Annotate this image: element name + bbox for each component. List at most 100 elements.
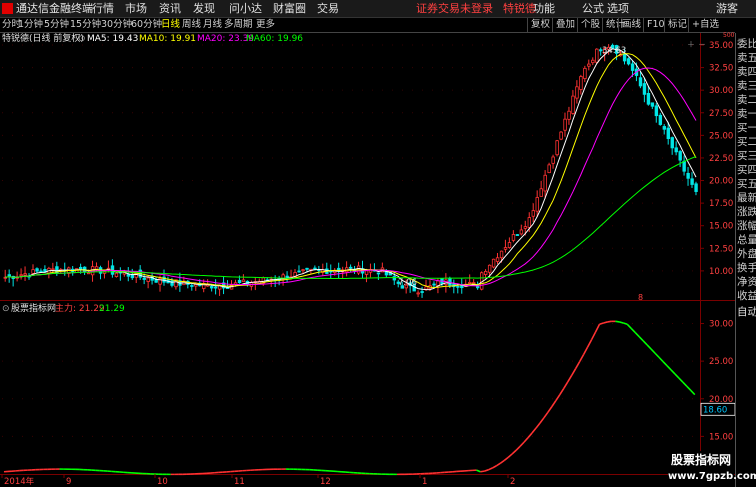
rp-change[interactable]: 涨跌 — [737, 205, 756, 219]
candle-body — [19, 274, 23, 277]
indicator-segment — [619, 321, 624, 324]
candle-body — [210, 286, 214, 289]
indicator-segment — [650, 348, 656, 354]
rp-sell2[interactable]: 卖二 — [737, 93, 756, 107]
candle-body — [170, 280, 174, 286]
rp-turnover[interactable]: 换手 — [737, 261, 756, 275]
candle-body — [591, 59, 595, 64]
candle-body — [483, 271, 488, 275]
indicator-segment — [638, 336, 644, 342]
candle-body — [424, 286, 428, 290]
indicator-segment — [547, 406, 553, 413]
rp-sell3[interactable]: 卖三 — [737, 79, 756, 93]
candle-body — [301, 269, 305, 272]
indicator-segment — [607, 320, 612, 323]
ma5-line — [5, 48, 697, 291]
rp-buy3[interactable]: 买三 — [737, 149, 756, 163]
candle-body — [575, 86, 579, 99]
candle-body — [666, 127, 670, 139]
rp-latest[interactable]: 最新 — [737, 191, 756, 205]
indicator-segment — [527, 432, 533, 439]
candle-body — [523, 226, 528, 229]
rp-weibi[interactable]: 委比 — [737, 37, 756, 51]
price-tick-label: 30.00 — [709, 86, 733, 96]
price-tick-label: 35.00 — [709, 41, 733, 51]
rp-sell4[interactable]: 卖四 — [737, 65, 756, 79]
ind-tick-label: 30.00 — [709, 320, 733, 330]
indicator-segment — [626, 323, 632, 329]
indicator-segment — [630, 327, 636, 334]
rp-volume[interactable]: 总量 — [737, 233, 756, 247]
rp-buy1[interactable]: 买一 — [737, 121, 756, 135]
candle-body — [511, 234, 516, 241]
candle-body — [638, 77, 643, 87]
indicator-segment — [519, 441, 525, 447]
zoom-in-icon[interactable]: ＋ — [687, 40, 695, 49]
indicator-segment — [571, 368, 577, 376]
price-tick-label: 27.50 — [709, 109, 733, 119]
candle-body — [237, 279, 242, 284]
candle-body — [567, 110, 571, 120]
price-tick-label: 25.00 — [709, 131, 733, 141]
rp-sell1[interactable]: 卖一 — [737, 107, 756, 121]
rp-buy2[interactable]: 买二 — [737, 135, 756, 149]
axis-top-small: 500 — [723, 32, 735, 39]
rp-earnings[interactable]: 收益 — [737, 289, 756, 303]
ma20-line — [5, 67, 697, 287]
candle-body — [571, 95, 575, 114]
auto-button[interactable]: 自动 — [737, 305, 756, 319]
candlesticks — [3, 43, 698, 298]
indicator-segment — [686, 385, 692, 392]
indicator-segment — [670, 369, 676, 375]
indicator-segment — [495, 462, 501, 467]
rp-outer[interactable]: 外盘 — [737, 247, 756, 261]
candle-body — [305, 267, 309, 270]
rp-net-assets[interactable]: 净资 — [737, 275, 756, 289]
ma10-line — [5, 53, 697, 289]
candle-body — [515, 234, 520, 236]
candle-body — [7, 274, 11, 277]
candle-body — [543, 174, 547, 192]
candle-body — [642, 83, 647, 95]
rp-change-pct[interactable]: 涨幅 — [737, 219, 756, 233]
price-tick-label: 12.50 — [709, 244, 733, 254]
indicator-segment — [551, 400, 557, 408]
indicator-segment — [507, 453, 513, 458]
indicator-segment — [590, 331, 597, 341]
zoom-out-icon[interactable]: － — [698, 40, 706, 49]
high-label: 34.63 — [602, 46, 626, 56]
candle-body — [539, 188, 543, 197]
candle-body — [86, 272, 91, 275]
rp-buy4[interactable]: 买四 — [737, 163, 756, 177]
watermark-title: 股票指标网 — [670, 453, 731, 467]
candle-body — [94, 266, 99, 270]
price-tick-label: 20.00 — [709, 177, 733, 187]
candle-body — [487, 264, 492, 273]
candle-body — [126, 274, 131, 277]
rp-buy5[interactable]: 买五 — [737, 177, 756, 191]
candle-body — [682, 160, 686, 172]
candle-body — [297, 270, 301, 273]
candle-body — [420, 291, 424, 293]
candle-body — [154, 279, 158, 283]
candle-body — [650, 102, 655, 107]
candle-body — [142, 277, 146, 280]
indicator-segment — [515, 445, 521, 451]
price-chart[interactable]: 35.00 32.50 30.00 27.50 25.00 22.50 20.00 17.50… — [0, 0, 735, 487]
candle-body — [39, 270, 43, 273]
candle-body — [416, 292, 420, 295]
rp-sell5[interactable]: 卖五 — [737, 51, 756, 65]
indicator-settings-icon[interactable]: ⊙ — [2, 303, 10, 316]
indicator-line — [3, 320, 696, 476]
ind-current-label: 18.60 — [703, 405, 727, 415]
candle-body — [31, 269, 35, 274]
candle-body — [662, 126, 667, 130]
indicator-segment — [567, 374, 573, 383]
indicator-segment — [654, 352, 660, 358]
right-quote-panel: 委比 卖五 卖四 卖三 卖二 卖一 买一 买二 买三 买四 买五 最新 涨跌 涨… — [735, 33, 756, 487]
indicator-segment — [615, 320, 620, 323]
candle-body — [146, 277, 150, 282]
candle-body — [114, 272, 119, 277]
indicator-series-label: 主力: 21.29 — [55, 304, 105, 314]
candle-body — [595, 48, 599, 63]
